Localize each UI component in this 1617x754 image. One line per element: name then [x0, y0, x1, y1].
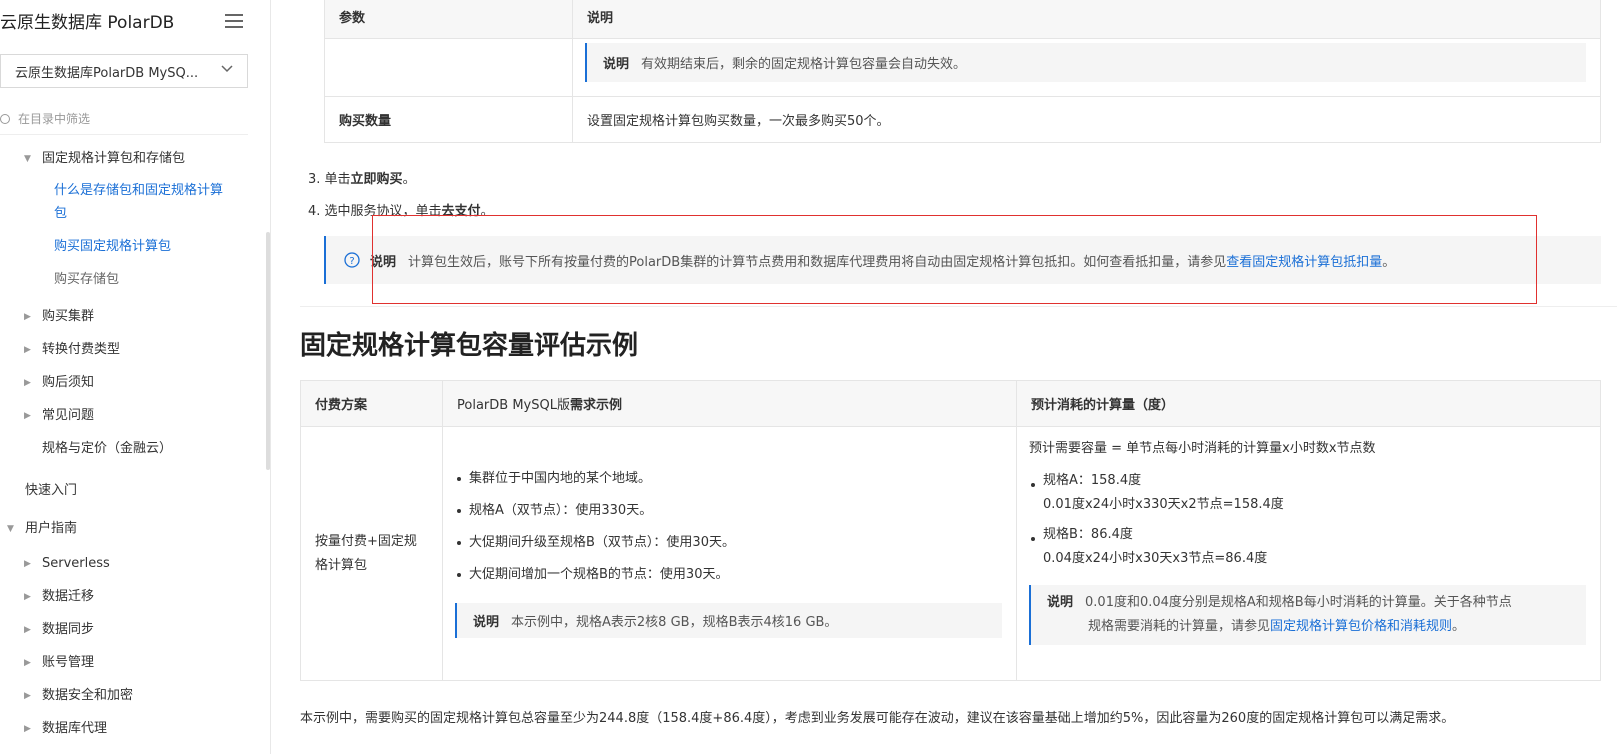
caret-right-icon: ▶ — [24, 345, 31, 355]
example-table: 付费方案 PolarDB MySQL版需求示例 预计消耗的计算量（度） 按量付费… — [300, 380, 1601, 681]
plan-line-2: 格计算包 — [315, 557, 368, 573]
sidebar-item-security[interactable]: ▶ 数据安全和加密 — [24, 685, 133, 707]
table-cell: 按量付费+固定规 格计算包 — [300, 426, 443, 681]
table-header: PolarDB MySQL版需求示例 — [442, 380, 1017, 427]
note-label: 说明 — [603, 57, 630, 72]
menu-icon[interactable] — [225, 14, 243, 28]
note-box: 说明 本示例中，规格A表示2核8 GB，规格B表示4核16 GB。 — [455, 603, 1002, 638]
list-item: 大促期间增加一个规格B的节点：使用30天。 — [455, 559, 1002, 591]
list-item: 规格A（双节点）：使用330天。 — [455, 495, 1002, 527]
caret-right-icon: ▶ — [24, 559, 31, 569]
main-content: 参数 说明 说明 有效期结束后，剩余的固定规格计算包容量会自动失效。 购买数量 设… — [300, 0, 1617, 754]
caret-right-icon: ▶ — [24, 658, 31, 668]
product-select[interactable]: 云原生数据库PolarDB MySQ... — [0, 54, 248, 88]
sidebar-item-after-purchase[interactable]: ▶ 购后须知 — [24, 372, 94, 394]
capacity-formula: 预计需要容量 = 单节点每小时消耗的计算量x小时数x节点数 — [1029, 441, 1376, 456]
filter-placeholder: 在目录中筛选 — [18, 112, 91, 126]
sidebar-item-account-mgmt[interactable]: ▶ 账号管理 — [24, 652, 94, 674]
chevron-down-icon — [221, 65, 233, 73]
plan-line-1: 按量付费+固定规 — [315, 533, 417, 549]
sidebar-item-buy-storage-package[interactable]: 购买存储包 — [54, 269, 119, 291]
section-divider — [300, 306, 1617, 307]
search-icon — [0, 114, 10, 124]
caret-right-icon: ▶ — [24, 724, 31, 734]
table-header: 参数 — [324, 0, 573, 39]
table-cell: 集群位于中国内地的某个地域。 规格A（双节点）：使用330天。 大促期间升级至规… — [442, 426, 1017, 681]
sidebar-scrollbar[interactable] — [266, 232, 270, 470]
conclusion-paragraph: 本示例中，需要购买的固定规格计算包总容量至少为244.8度（158.4度+86.… — [300, 711, 1455, 726]
sidebar-item-convert-billing[interactable]: ▶ 转换付费类型 — [24, 339, 120, 361]
product-select-value: 云原生数据库PolarDB MySQ... — [15, 66, 199, 81]
table-cell: 设置固定规格计算包购买数量，一次最多购买50个。 — [572, 96, 1601, 143]
filter-input[interactable]: 在目录中筛选 — [0, 110, 90, 127]
spec-list: 规格A：158.4度 0.01度x24小时x330天x2节点=158.4度 规格B… — [1029, 469, 1586, 571]
sidebar-item-buy-cluster[interactable]: ▶ 购买集群 — [24, 306, 94, 328]
requirements-list: 集群位于中国内地的某个地域。 规格A（双节点）：使用330天。 大促期间升级至规… — [455, 463, 1002, 591]
sidebar-item-faq[interactable]: ▶ 常见问题 — [24, 405, 94, 427]
table-cell: 预计需要容量 = 单节点每小时消耗的计算量x小时数x节点数 规格A：158.4度… — [1016, 426, 1601, 681]
list-item: 大促期间升级至规格B（双节点）：使用30天。 — [455, 527, 1002, 559]
caret-right-icon: ▶ — [24, 691, 31, 701]
sidebar-item-data-migration[interactable]: ▶ 数据迁移 — [24, 586, 94, 608]
table-cell — [324, 38, 573, 97]
table-cell: 购买数量 — [324, 96, 573, 143]
svg-text:?: ? — [349, 256, 354, 267]
sidebar-item-what-is-package-cont[interactable]: 包 — [54, 203, 67, 225]
note-label: 说明 — [473, 615, 500, 630]
table-header: 说明 — [572, 0, 1601, 39]
note-label: 说明 — [1047, 595, 1074, 610]
sidebar-item-user-guide[interactable]: ▼ 用户指南 — [7, 518, 77, 540]
caret-right-icon: ▶ — [24, 411, 31, 421]
step-3-bold: 立即购买 — [350, 172, 403, 187]
sidebar-item-buy-compute-package[interactable]: 购买固定规格计算包 — [54, 236, 171, 258]
table-header: 预计消耗的计算量（度） — [1016, 380, 1601, 427]
caret-right-icon: ▶ — [24, 625, 31, 635]
caret-down-icon: ▼ — [24, 154, 31, 164]
highlight-box — [372, 215, 1537, 304]
sidebar-item-quick-start[interactable]: 快速入门 — [25, 480, 77, 502]
question-icon: ? — [344, 252, 360, 268]
step-3: 3. 单击立即购买。 — [308, 172, 416, 187]
list-item: 规格A：158.4度 0.01度x24小时x330天x2节点=158.4度 — [1029, 469, 1586, 517]
note-box: 说明 有效期结束后，剩余的固定规格计算包容量会自动失效。 — [585, 43, 1586, 82]
sidebar-item-what-is-package[interactable]: 什么是存储包和固定规格计算 — [54, 180, 223, 202]
caret-right-icon: ▶ — [24, 592, 31, 602]
note-box: 说明 0.01度和0.04度分别是规格A和规格B每小时消耗的计算量。关于各种节点 … — [1029, 585, 1586, 645]
list-item: 集群位于中国内地的某个地域。 — [455, 463, 1002, 495]
note-text: 有效期结束后，剩余的固定规格计算包容量会自动失效。 — [641, 57, 967, 72]
sidebar-item-compute-storage-packages[interactable]: ▼ 固定规格计算包和存储包 — [24, 148, 185, 170]
list-item: 规格B：86.4度 0.04度x24小时x30天x3节点=86.4度 — [1029, 523, 1586, 571]
sidebar-divider — [0, 134, 248, 135]
sidebar-item-db-proxy[interactable]: ▶ 数据库代理 — [24, 718, 107, 740]
sidebar-item-data-sync[interactable]: ▶ 数据同步 — [24, 619, 94, 641]
table-header: 付费方案 — [300, 380, 443, 427]
params-table: 参数 说明 说明 有效期结束后，剩余的固定规格计算包容量会自动失效。 购买数量 设… — [324, 0, 1601, 143]
sidebar-item-serverless[interactable]: ▶ Serverless — [24, 553, 110, 575]
product-title[interactable]: 云原生数据库 PolarDB — [0, 8, 174, 33]
sidebar: 云原生数据库 PolarDB 云原生数据库PolarDB MySQ... 在目录… — [0, 0, 271, 754]
caret-right-icon: ▶ — [24, 378, 31, 388]
note-text: 本示例中，规格A表示2核8 GB，规格B表示4核16 GB。 — [511, 615, 838, 630]
caret-down-icon: ▼ — [7, 524, 14, 534]
table-cell: 说明 有效期结束后，剩余的固定规格计算包容量会自动失效。 — [572, 38, 1601, 97]
pricing-rules-link[interactable]: 固定规格计算包价格和消耗规则 — [1270, 619, 1452, 634]
sidebar-item-finance-pricing[interactable]: 规格与定价（金融云） — [42, 438, 172, 460]
section-title: 固定规格计算包容量评估示例 — [300, 331, 639, 361]
caret-right-icon: ▶ — [24, 312, 31, 322]
